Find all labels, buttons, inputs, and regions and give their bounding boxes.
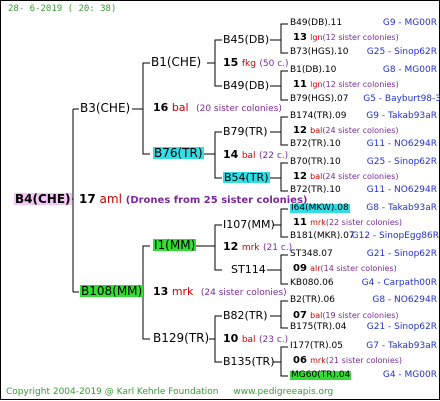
- code-l4-2: G25 - Sinop62R: [366, 47, 437, 57]
- drones-b76: 14 bal (22 c.): [223, 148, 289, 161]
- drones-b108: 13 mrk (24 sister colonies): [153, 285, 287, 298]
- root-queen[interactable]: B4(CHE): [14, 193, 72, 205]
- code-l4-1: G9 - MG00R: [382, 18, 437, 28]
- drones-b45: 13 lgn(12 sister colonies): [293, 32, 399, 43]
- queen-b3[interactable]: B3(CHE): [80, 102, 130, 114]
- drones-b135: 06 mrk(21 sister colonies): [293, 355, 403, 366]
- queen-l4-2[interactable]: B73(HGS).10: [290, 48, 348, 57]
- queen-l4-9[interactable]: I64(MKW).08: [290, 204, 350, 213]
- queen-l4-8[interactable]: B72(TR).10: [290, 186, 341, 195]
- root-drones-note: (Drones from 25 sister colonies): [125, 195, 308, 206]
- copyright-text: Copyright 2004-2019 @ Karl Kehrle Founda…: [6, 387, 219, 397]
- queen-l4-15[interactable]: I177(TR).05: [290, 342, 343, 351]
- code-l4-13: G8 - NO6294R: [372, 295, 437, 305]
- queen-l4-1[interactable]: B49(DB).11: [290, 19, 342, 28]
- drones-st114: 09 alr(14 sister colonies): [293, 263, 397, 274]
- queen-l4-3[interactable]: B1(DB).10: [290, 66, 336, 75]
- root-drones-code: aml: [99, 192, 122, 206]
- code-l4-6: G11 - NO6294R: [366, 139, 437, 149]
- queen-b54[interactable]: B54(TR): [223, 172, 270, 183]
- code-l4-11: G21 - Sinop62R: [366, 249, 437, 259]
- drones-b82: 07 bal(19 sister colonies): [293, 310, 399, 321]
- queen-b76[interactable]: B76(TR): [153, 147, 204, 159]
- queen-b129[interactable]: B129(TR): [153, 332, 209, 344]
- code-l4-7: G25 - Sinop62R: [366, 157, 437, 167]
- code-l4-3: G8 - MG00R: [382, 65, 437, 75]
- footer: Copyright 2004-2019 @ Karl Kehrle Founda…: [6, 388, 333, 397]
- code-l4-10: G12 - SinopEgg86R: [351, 231, 439, 241]
- code-l4-5: G9 - Takab93aR: [366, 111, 437, 121]
- root-drones: 17 aml (Drones from 25 sister colonies): [79, 193, 307, 206]
- drones-b1: 15 fkg (50 c.): [223, 56, 289, 69]
- queen-b108[interactable]: B108(MM): [80, 285, 144, 297]
- queen-l4-16[interactable]: MG60(TR).04: [290, 371, 352, 380]
- pedigree-frame: 28- 6-2019 ( 20: 38) B4(CHE) 17 aml (Dro…: [0, 0, 440, 400]
- queen-l4-10[interactable]: B181(MKR).07: [290, 232, 355, 241]
- drones-b79: 12 bal(24 sister colonies): [293, 125, 399, 136]
- queen-b79[interactable]: B79(TR): [223, 126, 268, 137]
- header-date: 28- 6-2019 ( 20: 38): [8, 4, 117, 14]
- queen-i1[interactable]: I1(MM): [153, 239, 197, 251]
- drones-b49: 11 lgn(12 sister colonies): [293, 79, 399, 90]
- queen-l4-4[interactable]: B79(HGS).07: [290, 95, 348, 104]
- site-url[interactable]: www.pedigreeapis.org: [233, 387, 333, 397]
- root-drones-num: 17: [79, 192, 96, 206]
- drones-b54: 12 bal(24 sister colonies): [293, 171, 399, 182]
- drones-b129: 10 bal (23 c.): [223, 332, 289, 345]
- drones-b3: 16 bal (20 sister colonies): [153, 101, 282, 114]
- queen-l4-5[interactable]: B174(TR).09: [290, 112, 346, 121]
- queen-b82[interactable]: B82(TR): [223, 310, 268, 321]
- pedigree-tree: 28- 6-2019 ( 20: 38) B4(CHE) 17 aml (Dro…: [1, 1, 440, 401]
- drones-i107: 11 mrk(22 sister colonies): [293, 217, 403, 228]
- queen-b1[interactable]: B1(CHE): [151, 56, 201, 68]
- code-l4-9: G8 - Takab93aR: [366, 203, 437, 213]
- queen-b45[interactable]: B45(DB): [223, 34, 269, 45]
- queen-l4-13[interactable]: B2(TR).06: [290, 296, 335, 305]
- code-l4-8: G11 - NO6294R: [366, 185, 437, 195]
- code-l4-15: G7 - Takab93aR: [366, 341, 437, 351]
- queen-l4-12[interactable]: KB080.06: [290, 279, 334, 288]
- drones-i1: 12 mrk (21 c.): [223, 240, 293, 253]
- queen-l4-6[interactable]: B72(TR).10: [290, 140, 341, 149]
- queen-l4-14[interactable]: B175(TR).04: [290, 323, 346, 332]
- code-l4-14: G21 - Sinop62R: [366, 322, 437, 332]
- code-l4-12: G4 - Carpath00R: [361, 278, 437, 288]
- code-l4-16: G4 - MG00R: [382, 370, 437, 380]
- queen-i107[interactable]: I107(MM): [223, 219, 275, 230]
- queen-b49[interactable]: B49(DB): [223, 80, 269, 91]
- queen-l4-11[interactable]: ST348.07: [290, 250, 333, 259]
- queen-l4-7[interactable]: B70(TR).10: [290, 158, 341, 167]
- queen-st114[interactable]: ST114: [231, 264, 266, 275]
- queen-b135[interactable]: B135(TR): [223, 356, 275, 367]
- code-l4-4: G5 - Bayburt98-3: [363, 94, 440, 104]
